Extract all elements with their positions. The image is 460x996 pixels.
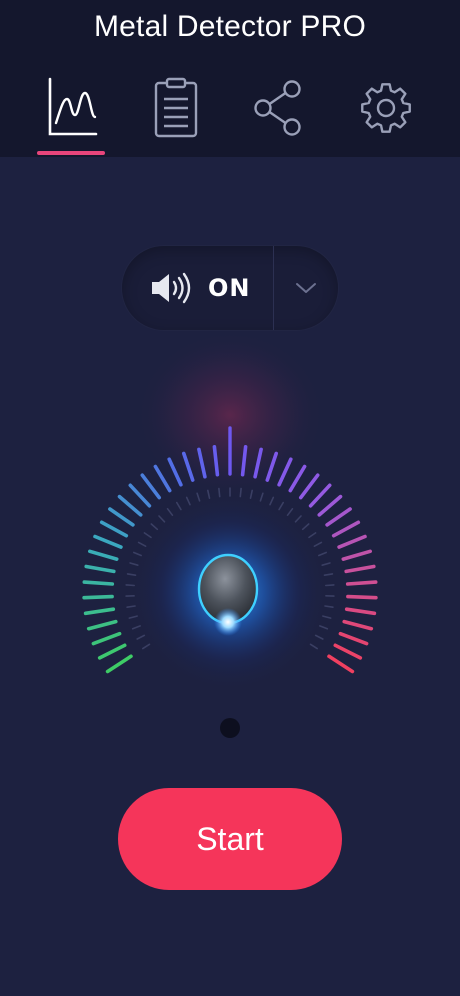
gauge-tick xyxy=(84,564,116,574)
gauge-tick xyxy=(86,619,118,631)
gauge-tick xyxy=(88,549,119,561)
gauge-tick xyxy=(99,520,129,538)
tab-share[interactable] xyxy=(238,68,318,148)
gauge-tick xyxy=(333,643,363,660)
tab-graph[interactable] xyxy=(31,68,111,148)
gauge-tick xyxy=(128,483,152,508)
active-tab-indicator xyxy=(37,151,105,155)
gauge-tick xyxy=(298,473,320,500)
sound-dropdown-button[interactable] xyxy=(274,246,338,330)
gauge-tick xyxy=(97,643,127,660)
gauge-tick xyxy=(327,654,355,674)
gauge-tick xyxy=(93,534,123,549)
gauge-tick xyxy=(338,631,369,646)
gauge-tick xyxy=(82,594,114,600)
tab-settings[interactable] xyxy=(346,68,426,148)
gauge-tick xyxy=(108,507,135,527)
graph-icon xyxy=(48,77,98,136)
gauge-tick xyxy=(82,580,115,586)
gauge-tick xyxy=(105,654,133,674)
tab-history[interactable] xyxy=(136,68,216,148)
app-screen: Metal Detector PRO ON Start xyxy=(0,0,460,996)
gauge-tick xyxy=(117,494,143,517)
gauge-tick xyxy=(344,564,376,574)
gauge-tick xyxy=(91,631,122,646)
gauge-tick xyxy=(140,473,161,500)
share-icon xyxy=(254,80,301,136)
gauge-pivot xyxy=(220,718,240,738)
gauge-tick xyxy=(83,607,116,616)
gauge-tick xyxy=(317,494,343,517)
chevron-down-icon xyxy=(296,283,316,293)
gauge-tick xyxy=(337,534,367,549)
speaker-icon xyxy=(152,272,191,304)
gauge-tick xyxy=(308,483,332,508)
gauge-tick xyxy=(345,580,378,586)
gauge-tick xyxy=(344,607,377,616)
app-header: Metal Detector PRO xyxy=(0,0,460,157)
app-title: Metal Detector PRO xyxy=(93,10,367,43)
start-button[interactable]: Start xyxy=(118,788,342,890)
sound-toggle-button[interactable]: ON xyxy=(122,246,274,330)
gear-icon xyxy=(361,83,411,133)
gauge-tick xyxy=(346,594,378,600)
gauge-tick xyxy=(331,520,361,538)
gauge-tick xyxy=(341,549,373,561)
sound-control: ON xyxy=(122,246,338,330)
gauge-tick xyxy=(325,507,352,527)
clipboard-icon xyxy=(154,77,198,138)
gauge-tick xyxy=(342,619,374,631)
sound-status-label: ON xyxy=(208,274,251,302)
detector-gauge xyxy=(82,330,378,738)
